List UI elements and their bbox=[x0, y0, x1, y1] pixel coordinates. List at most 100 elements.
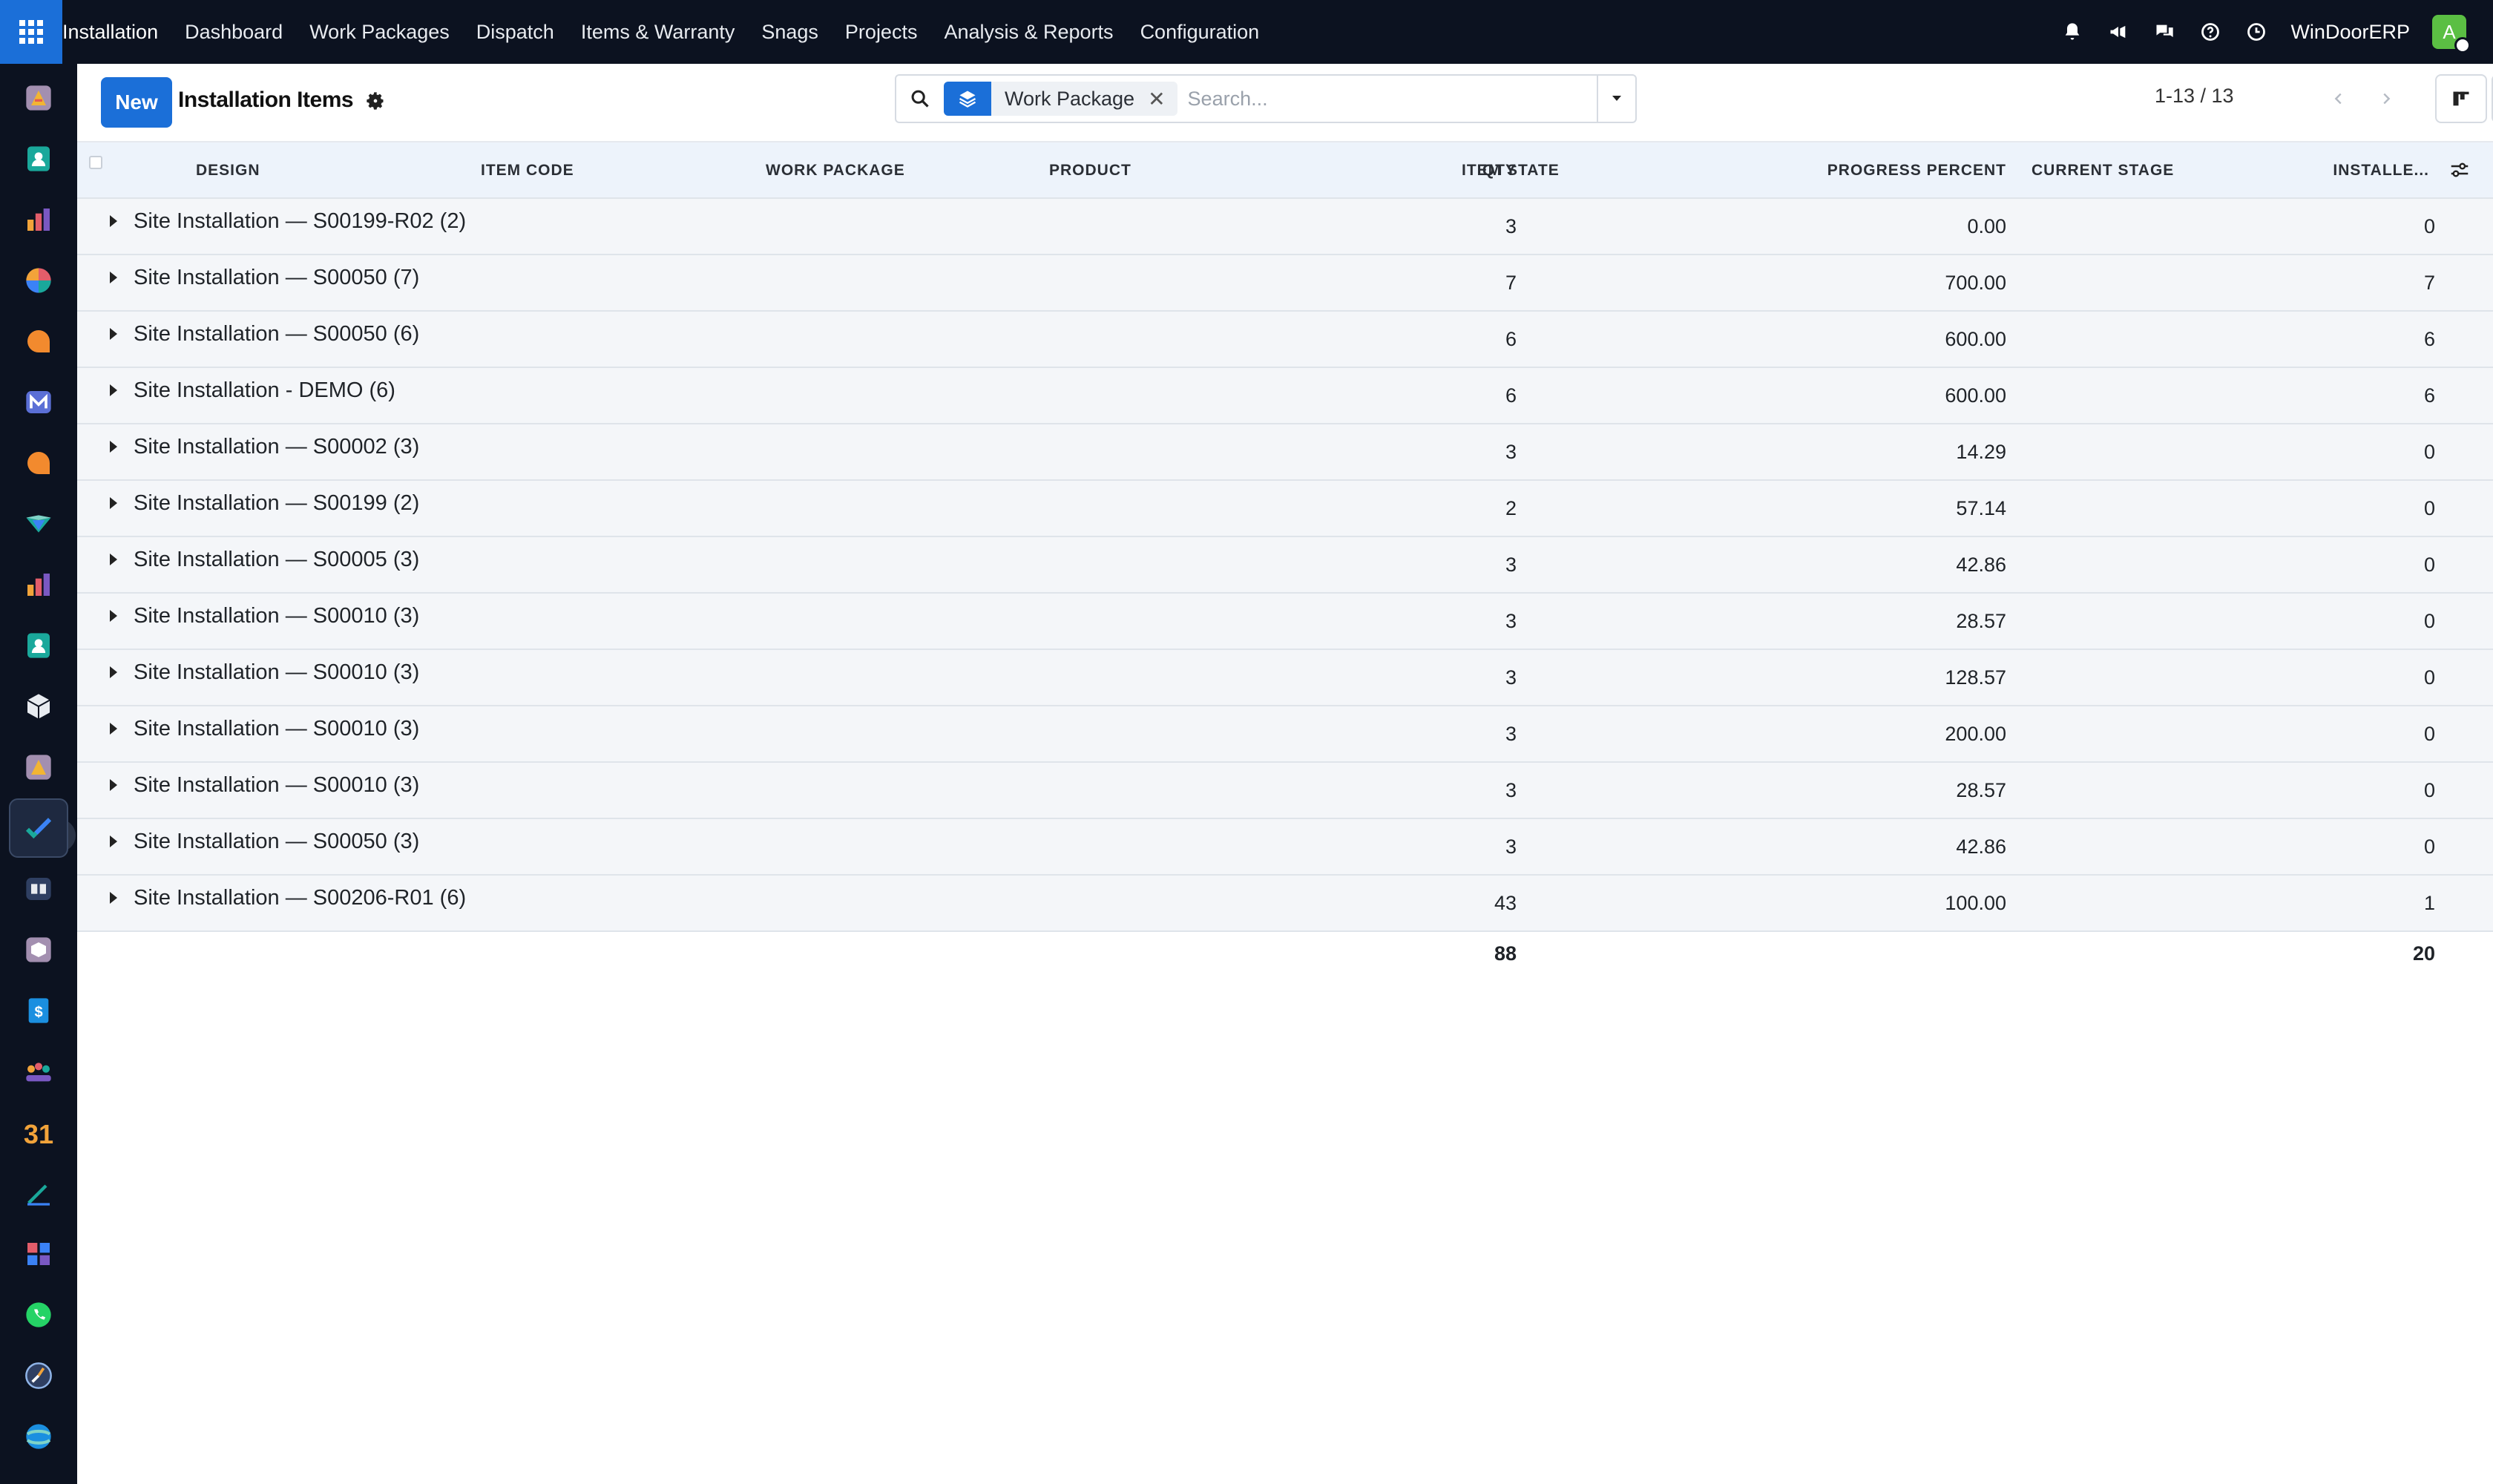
email-app-icon[interactable] bbox=[19, 383, 58, 421]
group-row[interactable]: Site Installation — S00050 (6) 6 600.00 … bbox=[77, 312, 2493, 368]
group-row[interactable]: Site Installation — S00199 (2) 2 57.14 0 bbox=[77, 481, 2493, 537]
inventory-app-icon[interactable] bbox=[19, 687, 58, 726]
product-app-icon[interactable] bbox=[19, 930, 58, 969]
column-item-state[interactable]: Item State bbox=[1462, 142, 1560, 199]
group-label: Site Installation — S00199-R02 (2) bbox=[134, 209, 467, 233]
knowledge-app-icon[interactable] bbox=[19, 505, 58, 543]
layers-icon bbox=[944, 82, 991, 116]
control-panel: New Installation Items Work Package ✕ 1-… bbox=[77, 64, 2493, 142]
chevron-right-icon bbox=[2383, 93, 2391, 105]
installation-app-icon[interactable] bbox=[19, 79, 58, 117]
gear-icon[interactable] bbox=[365, 91, 387, 113]
search-input[interactable] bbox=[1187, 87, 1559, 111]
column-item-code[interactable]: Item Code bbox=[481, 142, 574, 199]
new-button[interactable]: New bbox=[101, 77, 172, 128]
nav-item-snags[interactable]: Snags bbox=[761, 21, 818, 44]
group-row[interactable]: Site Installation — S00050 (3) 3 42.86 0 bbox=[77, 819, 2493, 876]
pager-previous-button[interactable] bbox=[2316, 74, 2361, 123]
dashboard-app-icon[interactable] bbox=[19, 565, 58, 604]
group-qty: 3 bbox=[1505, 723, 1517, 745]
group-row[interactable]: Site Installation — S00206-R01 (6) 43 10… bbox=[77, 876, 2493, 932]
team-app-icon[interactable] bbox=[19, 1052, 58, 1091]
group-row[interactable]: Site Installation — S00002 (3) 3 14.29 0 bbox=[77, 424, 2493, 481]
calendar-app-icon[interactable]: 31 bbox=[19, 1113, 58, 1152]
tasks-app-icon[interactable] bbox=[9, 798, 68, 858]
whatsapp-app-icon[interactable] bbox=[19, 1296, 58, 1334]
analytics-app-icon[interactable] bbox=[19, 261, 58, 300]
group-installed: 6 bbox=[2423, 384, 2435, 407]
reports-app-icon[interactable] bbox=[19, 200, 58, 239]
group-row[interactable]: Site Installation — S00199-R02 (2) 3 0.0… bbox=[77, 199, 2493, 255]
group-label: Site Installation — S00050 (7) bbox=[134, 266, 420, 289]
svg-text:$: $ bbox=[34, 1004, 42, 1020]
app-menu-button[interactable] bbox=[0, 0, 62, 64]
column-current-stage[interactable]: Current Stage bbox=[2031, 142, 2174, 199]
documentation-app-icon[interactable] bbox=[19, 870, 58, 908]
pager-value[interactable]: 1-13 / 13 bbox=[2155, 85, 2234, 108]
nav-item-items-warranty[interactable]: Items & Warranty bbox=[581, 21, 735, 44]
chat-bubbles-icon[interactable] bbox=[2152, 20, 2176, 44]
group-progress: 42.86 bbox=[1956, 835, 2006, 858]
caret-right-icon bbox=[110, 723, 117, 735]
group-progress: 28.57 bbox=[1956, 779, 2006, 801]
company-switcher[interactable]: WinDoorERP bbox=[2290, 21, 2410, 44]
group-progress: 600.00 bbox=[1945, 328, 2006, 350]
group-qty: 6 bbox=[1505, 328, 1517, 350]
column-work-package[interactable]: Work Package bbox=[766, 142, 905, 199]
column-installed[interactable]: Installe... bbox=[2333, 142, 2429, 199]
timesheet-app-icon[interactable] bbox=[19, 1356, 58, 1395]
chat-app-icon[interactable] bbox=[19, 444, 58, 482]
spreadsheet-app-icon[interactable] bbox=[19, 1235, 58, 1273]
group-qty: 2 bbox=[1505, 497, 1517, 519]
column-settings-icon[interactable] bbox=[2448, 159, 2472, 183]
systray: WinDoorERP A bbox=[2060, 0, 2471, 64]
search-bar: Work Package ✕ bbox=[895, 74, 1637, 123]
nav-item-configuration[interactable]: Configuration bbox=[1140, 21, 1260, 44]
group-progress: 14.29 bbox=[1956, 441, 2006, 463]
nav-brand[interactable]: Installation bbox=[62, 21, 158, 44]
invoicing-app-icon[interactable]: $ bbox=[19, 991, 58, 1030]
contacts-app-icon[interactable] bbox=[19, 139, 58, 178]
group-row[interactable]: Site Installation — S00010 (3) 3 28.57 0 bbox=[77, 594, 2493, 650]
group-row[interactable]: Site Installation — S00050 (7) 7 700.00 … bbox=[77, 255, 2493, 312]
bell-icon[interactable] bbox=[2060, 20, 2084, 44]
column-progress-percent[interactable]: Progress Percent bbox=[1827, 142, 2006, 199]
column-product[interactable]: Product bbox=[1049, 142, 1131, 199]
group-qty: 43 bbox=[1494, 892, 1517, 914]
clock-icon[interactable] bbox=[2244, 20, 2268, 44]
search-icon[interactable] bbox=[896, 76, 944, 122]
group-label: Site Installation — S00010 (3) bbox=[134, 604, 420, 628]
group-row[interactable]: Site Installation — S00005 (3) 3 42.86 0 bbox=[77, 537, 2493, 594]
facet-remove-button[interactable]: ✕ bbox=[1148, 87, 1177, 111]
group-qty: 3 bbox=[1505, 554, 1517, 576]
nav-item-work-packages[interactable]: Work Packages bbox=[309, 21, 450, 44]
group-row[interactable]: Site Installation — S00010 (3) 3 200.00 … bbox=[77, 706, 2493, 763]
megaphone-icon[interactable] bbox=[2106, 20, 2130, 44]
group-progress: 200.00 bbox=[1945, 723, 2006, 745]
sign-app-icon[interactable] bbox=[19, 1174, 58, 1212]
column-design[interactable]: Design bbox=[196, 142, 260, 199]
user-avatar[interactable]: A bbox=[2432, 15, 2471, 53]
group-row[interactable]: Site Installation — S00010 (3) 3 28.57 0 bbox=[77, 763, 2493, 819]
pager-next-button[interactable] bbox=[2364, 74, 2408, 123]
nav-item-analysis-reports[interactable]: Analysis & Reports bbox=[944, 21, 1113, 44]
app-rail: $ 31 bbox=[0, 64, 77, 1484]
employees-app-icon[interactable] bbox=[19, 626, 58, 665]
discuss-app-icon[interactable] bbox=[19, 322, 58, 361]
help-icon[interactable] bbox=[2198, 20, 2222, 44]
nav-item-dispatch[interactable]: Dispatch bbox=[476, 21, 554, 44]
group-row[interactable]: Site Installation — S00010 (3) 3 128.57 … bbox=[77, 650, 2493, 706]
nav-item-dashboard[interactable]: Dashboard bbox=[185, 21, 283, 44]
caret-right-icon bbox=[110, 384, 117, 396]
group-progress: 0.00 bbox=[1967, 215, 2006, 237]
group-progress: 42.86 bbox=[1956, 554, 2006, 576]
website-app-icon[interactable] bbox=[19, 1417, 58, 1456]
project-app-icon[interactable] bbox=[19, 748, 58, 787]
group-progress: 100.00 bbox=[1945, 892, 2006, 914]
select-all-checkbox[interactable] bbox=[89, 156, 102, 169]
group-row[interactable]: Site Installation - DEMO (6) 6 600.00 6 bbox=[77, 368, 2493, 424]
kanban-view-button[interactable] bbox=[2435, 74, 2487, 123]
group-by-facet: Work Package ✕ bbox=[944, 82, 1177, 116]
search-options-toggle[interactable] bbox=[1597, 76, 1635, 122]
nav-item-projects[interactable]: Projects bbox=[845, 21, 918, 44]
